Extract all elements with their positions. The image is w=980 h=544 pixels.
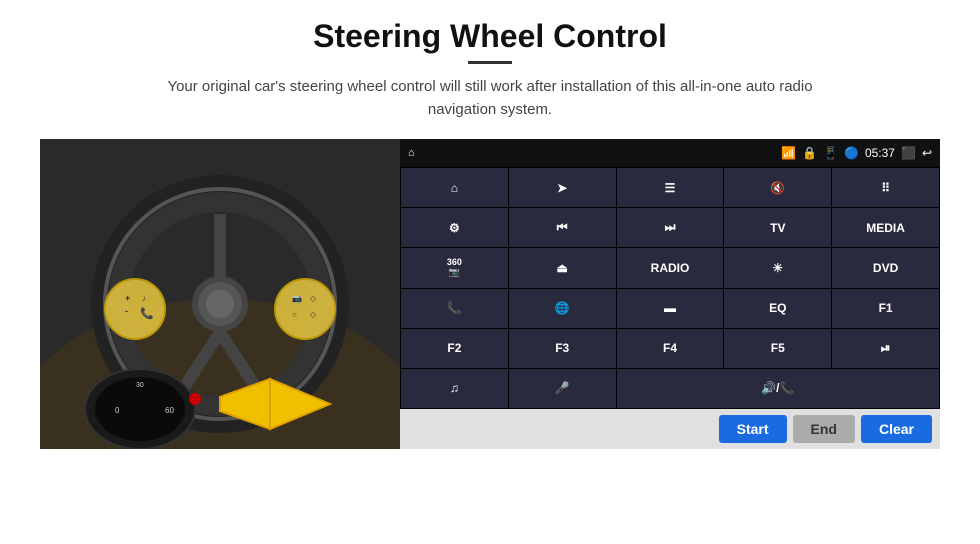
action-bar: Start End Clear	[400, 409, 940, 449]
btn-prev[interactable]: ⏮	[509, 208, 616, 247]
btn-vol-call[interactable]: 🔊/📞	[617, 369, 939, 408]
content-row: + ♪ - 📞 📷 ◇ ○ ◇ 0 60 30	[40, 139, 940, 449]
phone-icon: 📞	[447, 301, 462, 315]
svg-text:-: -	[125, 306, 128, 316]
btn-f5[interactable]: F5	[724, 329, 831, 368]
eject-icon: ⏏	[557, 261, 568, 275]
btn-cam360[interactable]: 360📷	[401, 248, 508, 287]
prev-icon: ⏮	[557, 220, 568, 235]
svg-text:📷: 📷	[292, 294, 302, 303]
btn-home[interactable]: ⌂	[401, 168, 508, 207]
status-bar: ⌂ 📶 🔒 📱 🔵 05:37 ⬛ ↩	[400, 139, 940, 167]
apps-icon: ⠿	[881, 181, 890, 195]
btn-apps[interactable]: ⠿	[832, 168, 939, 207]
clear-button[interactable]: Clear	[861, 415, 932, 443]
tv-label: TV	[770, 221, 785, 235]
btn-eject[interactable]: ⏏	[509, 248, 616, 287]
svg-text:📞: 📞	[140, 306, 154, 320]
btn-mute[interactable]: 🔇	[724, 168, 831, 207]
ui-panel: ⌂ 📶 🔒 📱 🔵 05:37 ⬛ ↩ ⌂ ➤ ☰ 🔇	[400, 139, 940, 449]
page-title: Steering Wheel Control	[313, 18, 667, 55]
f4-label: F4	[663, 341, 677, 355]
navigate-icon: ➤	[557, 181, 567, 195]
play-pause-icon: ⏯	[881, 341, 891, 356]
brightness-icon: ☀	[772, 261, 783, 275]
radio-label: RADIO	[651, 261, 690, 275]
svg-text:60: 60	[165, 406, 174, 415]
dvd-label: DVD	[873, 261, 898, 275]
cam360-label: 360📷	[447, 257, 462, 278]
f5-label: F5	[771, 341, 785, 355]
svg-text:♪: ♪	[142, 294, 146, 303]
eq-label: EQ	[769, 301, 786, 315]
steering-wheel-image: + ♪ - 📞 📷 ◇ ○ ◇ 0 60 30	[40, 139, 400, 449]
title-divider	[468, 61, 512, 64]
btn-media[interactable]: MEDIA	[832, 208, 939, 247]
start-button[interactable]: Start	[719, 415, 787, 443]
btn-eq[interactable]: EQ	[724, 289, 831, 328]
mute-icon: 🔇	[770, 181, 785, 195]
vol-call-icon: 🔊/📞	[761, 381, 794, 395]
btn-f2[interactable]: F2	[401, 329, 508, 368]
status-bar-left: ⌂	[408, 147, 415, 159]
media-label: MEDIA	[866, 221, 905, 235]
btn-music[interactable]: ♫	[401, 369, 508, 408]
svg-text:+: +	[125, 293, 130, 303]
f3-label: F3	[555, 341, 569, 355]
svg-text:◇: ◇	[310, 294, 317, 303]
back-icon: ↩	[922, 146, 932, 160]
menu-icon: ☰	[665, 181, 676, 195]
btn-play-pause[interactable]: ⏯	[832, 329, 939, 368]
svg-text:◇: ◇	[310, 310, 317, 319]
page: Steering Wheel Control Your original car…	[0, 0, 980, 544]
btn-brightness[interactable]: ☀	[724, 248, 831, 287]
status-bar-right: 📶 🔒 📱 🔵 05:37 ⬛ ↩	[781, 146, 932, 160]
btn-f4[interactable]: F4	[617, 329, 724, 368]
next-icon: ⏭	[665, 220, 676, 235]
btn-next[interactable]: ⏭	[617, 208, 724, 247]
wifi-icon: 📶	[781, 146, 796, 160]
cast-icon: ⬛	[901, 146, 916, 160]
btn-f1[interactable]: F1	[832, 289, 939, 328]
home-icon: ⌂	[408, 147, 415, 159]
sim-icon: 📱	[823, 146, 838, 160]
btn-navigate[interactable]: ➤	[509, 168, 616, 207]
svg-text:○: ○	[292, 310, 297, 319]
btn-browser[interactable]: 🌐	[509, 289, 616, 328]
f1-label: F1	[879, 301, 893, 315]
music-icon: ♫	[450, 381, 459, 395]
browser-icon: 🌐	[555, 301, 570, 315]
btn-menu[interactable]: ☰	[617, 168, 724, 207]
btn-screen[interactable]: ▬	[617, 289, 724, 328]
settings-icon: ⚙	[449, 221, 460, 235]
btn-radio[interactable]: RADIO	[617, 248, 724, 287]
time-display: 05:37	[865, 146, 895, 160]
mic-icon: 🎤	[555, 381, 570, 395]
btn-phone[interactable]: 📞	[401, 289, 508, 328]
page-subtitle: Your original car's steering wheel contr…	[140, 76, 840, 121]
end-button[interactable]: End	[793, 415, 855, 443]
bluetooth-icon: 🔵	[844, 146, 859, 160]
f2-label: F2	[447, 341, 461, 355]
btn-tv[interactable]: TV	[724, 208, 831, 247]
btn-f3[interactable]: F3	[509, 329, 616, 368]
lock-icon: 🔒	[802, 146, 817, 160]
svg-text:0: 0	[115, 406, 120, 415]
svg-text:30: 30	[136, 382, 144, 389]
btn-mic[interactable]: 🎤	[509, 369, 616, 408]
button-grid: ⌂ ➤ ☰ 🔇 ⠿ ⚙ ⏮ ⏭ TV MEDIA 360📷 ⏏ RADIO ☀ …	[400, 167, 940, 409]
screen-icon: ▬	[664, 301, 676, 315]
home-btn-icon: ⌂	[451, 181, 458, 195]
btn-dvd[interactable]: DVD	[832, 248, 939, 287]
btn-settings[interactable]: ⚙	[401, 208, 508, 247]
